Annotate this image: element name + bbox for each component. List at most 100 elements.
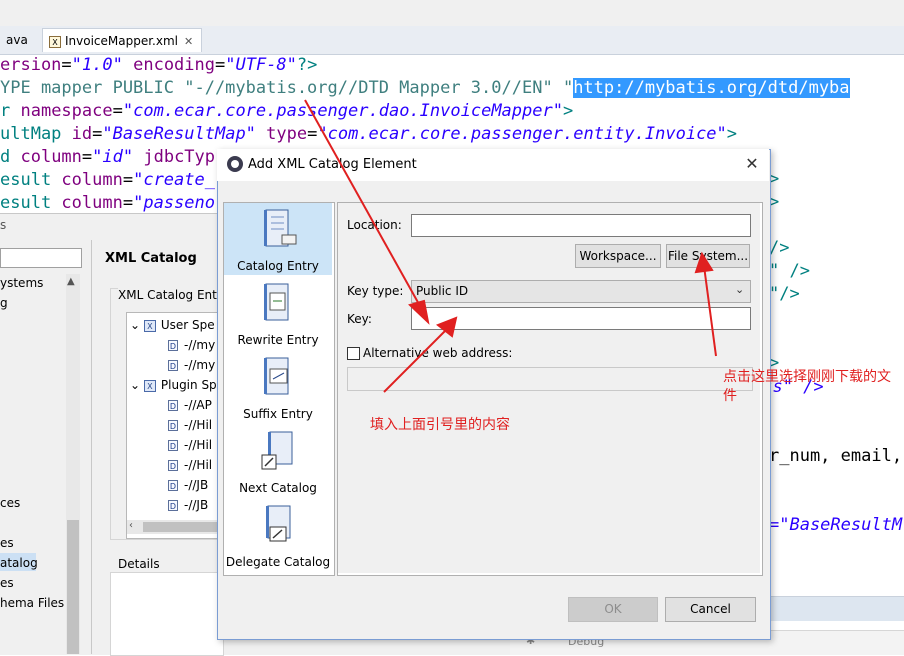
code-fragment: r_num, email,: [769, 446, 903, 466]
code-token: =: [61, 55, 72, 75]
nav-item[interactable]: hema Files: [0, 596, 64, 610]
code-token: column: [20, 147, 82, 167]
preferences-title-fragment: s: [0, 218, 7, 232]
tree-horizontal-scroll-thumb[interactable]: [143, 522, 222, 532]
tab-close-icon[interactable]: ✕: [184, 35, 193, 48]
code-token: "UTF-8": [225, 55, 297, 75]
alternative-web-address-input: [347, 367, 753, 391]
next-catalog-icon: [261, 431, 293, 470]
code-token: >: [726, 124, 738, 144]
code-token: ?>: [296, 55, 318, 75]
code-token: ": [552, 78, 574, 98]
ok-button[interactable]: OK: [568, 597, 658, 622]
details-box: [110, 572, 224, 656]
key-type-value: Public ID: [416, 284, 469, 298]
scroll-up-icon[interactable]: ▲: [67, 276, 75, 287]
file-system-button[interactable]: File System...: [666, 244, 750, 268]
editor-bottom-strip: [768, 596, 904, 621]
annotation-click-file-system: 点击这里选择刚刚下载的文件: [723, 369, 891, 404]
code-token: "passeno: [133, 193, 215, 213]
code-token: "BaseResultMap": [102, 124, 256, 144]
code-line-6: esult column="create_: [0, 169, 215, 192]
annotation-fill-key: 填入上面引号里的内容: [370, 417, 510, 433]
tree-leaf[interactable]: D -//Hil: [168, 418, 212, 432]
key-input[interactable]: [411, 307, 751, 330]
nav-item[interactable]: es: [0, 576, 14, 590]
code-token: "id": [92, 147, 134, 167]
alternative-web-address-checkbox[interactable]: [347, 347, 360, 360]
entry-type-next-catalog[interactable]: Next Catalog: [224, 425, 332, 495]
details-label: Details: [118, 557, 160, 571]
tree-leaf[interactable]: D -//my: [168, 358, 215, 372]
dtd-file-icon: D: [168, 440, 178, 451]
nav-item[interactable]: ystems: [0, 276, 43, 290]
scroll-left-icon[interactable]: ‹: [129, 520, 133, 531]
catalog-group-title: XML Catalog Ent: [118, 288, 219, 302]
preferences-filter-input[interactable]: [0, 248, 82, 268]
code-token: =: [215, 55, 226, 75]
dtd-file-icon: D: [168, 500, 178, 511]
dialog-title: Add XML Catalog Element: [248, 157, 417, 172]
tree-expand-icon[interactable]: ⌄: [130, 378, 140, 392]
tree-node-plugin-specified[interactable]: ⌄ X Plugin Sp: [130, 378, 217, 392]
tree-leaf[interactable]: D -//JB: [168, 478, 208, 492]
nav-item[interactable]: es: [0, 536, 14, 550]
entry-type-label: Next Catalog: [239, 481, 317, 495]
code-token: "create_: [133, 170, 215, 190]
tab-xml-label: InvoiceMapper.xml: [65, 34, 178, 48]
code-line-3: r namespace="com.ecar.core.passenger.dao…: [0, 100, 573, 123]
tab-invoice-mapper-xml[interactable]: X InvoiceMapper.xml ✕: [42, 28, 202, 52]
nav-item[interactable]: ces: [0, 496, 20, 510]
nav-item-xml-catalog[interactable]: atalog: [0, 556, 38, 570]
nav-item[interactable]: g: [0, 296, 8, 310]
tab-java-file[interactable]: ava: [0, 28, 38, 52]
key-label: Key:: [347, 312, 372, 326]
location-input[interactable]: [411, 214, 751, 237]
entry-type-suffix-entry[interactable]: Suffix Entry: [224, 351, 332, 421]
cancel-button[interactable]: Cancel: [665, 597, 756, 622]
xml-file-icon: X: [49, 35, 61, 48]
code-token: esult: [0, 193, 62, 213]
tree-leaf[interactable]: D -//Hil: [168, 438, 212, 452]
code-token: d: [0, 147, 21, 167]
entry-type-catalog-entry[interactable]: Catalog Entry: [224, 203, 332, 275]
entry-type-label: Catalog Entry: [237, 259, 319, 273]
window-top-strip: [0, 0, 904, 26]
code-token: =: [307, 124, 318, 144]
code-token: type: [266, 124, 308, 144]
workspace-button[interactable]: Workspace...: [575, 244, 661, 268]
code-token: column: [61, 193, 123, 213]
code-token: ersion: [0, 55, 62, 75]
code-fragment: "/>: [769, 284, 800, 304]
tree-expand-icon[interactable]: ⌄: [130, 318, 140, 332]
tree-leaf[interactable]: D -//my: [168, 338, 215, 352]
entry-type-delegate-catalog[interactable]: Delegate Catalog: [224, 499, 332, 571]
catalog-icon: X: [143, 319, 156, 332]
entry-type-label: Suffix Entry: [243, 407, 313, 421]
entry-type-rewrite-entry[interactable]: Rewrite Entry: [224, 277, 332, 347]
tab-java-label: ava: [6, 33, 28, 47]
catalog-icon: X: [143, 379, 156, 392]
code-token: "com.ecar.core.passenger.dao.InvoiceMapp…: [122, 101, 563, 121]
tree-leaf[interactable]: D -//Hil: [168, 458, 212, 472]
suffix-entry-icon: [264, 357, 289, 395]
code-token: http://mybatis.org/dtd/myba: [573, 78, 850, 98]
catalog-entry-icon: [264, 209, 297, 247]
code-line-5: d column="id" jdbcTyp: [0, 146, 215, 169]
entry-type-label: Delegate Catalog: [225, 555, 331, 569]
code-token: ultMap: [0, 124, 72, 144]
tree-leaf[interactable]: D -//AP: [168, 398, 212, 412]
tree-leaf[interactable]: D -//JB: [168, 498, 208, 512]
code-fragment: />: [769, 238, 790, 258]
preferences-nav-scroll-thumb[interactable]: [67, 520, 79, 654]
code-line-1: ersion="1.0" encoding="UTF-8"?>: [0, 54, 317, 77]
dialog-close-icon[interactable]: ✕: [742, 153, 762, 175]
code-token: >: [562, 101, 574, 121]
dtd-file-icon: D: [168, 480, 178, 491]
chevron-down-icon[interactable]: ⌄: [735, 283, 744, 296]
tree-node-user-specified[interactable]: ⌄ X User Spe: [130, 318, 215, 332]
key-type-label: Key type:: [347, 284, 404, 298]
